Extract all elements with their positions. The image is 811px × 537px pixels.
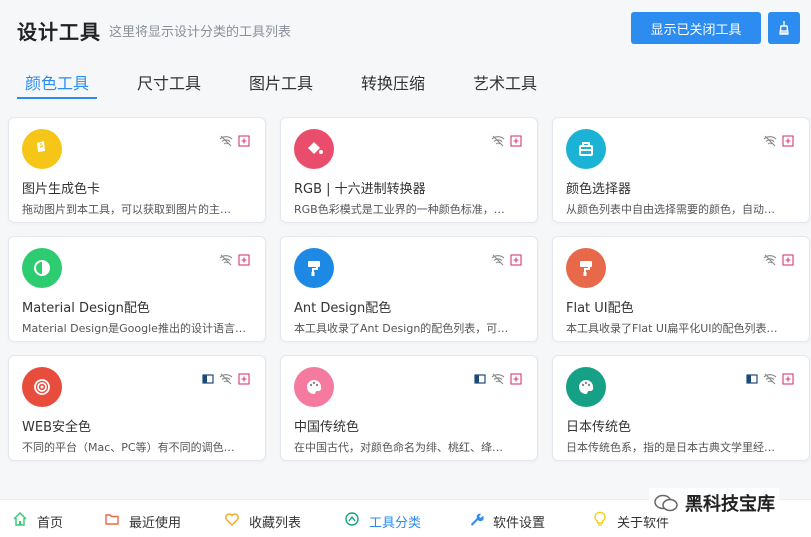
bulb-icon <box>592 511 608 531</box>
offline-wifi-icon[interactable] <box>491 372 505 386</box>
card-actions <box>745 372 795 386</box>
wrench-icon <box>468 511 484 531</box>
card-title: Ant Design配色 <box>294 301 392 316</box>
show-closed-tools-button[interactable]: 显示已关闭工具 <box>631 12 761 44</box>
card-actions <box>201 372 251 386</box>
palette-icon <box>294 367 334 407</box>
card-actions <box>473 372 523 386</box>
card-title: Flat UI配色 <box>566 301 634 316</box>
toolbox-icon <box>566 129 606 169</box>
card-actions <box>763 253 795 267</box>
offline-wifi-icon[interactable] <box>491 134 505 148</box>
tool-card[interactable]: 图片生成色卡拖动图片到本工具，可以获取到图片的主… <box>8 117 266 223</box>
card-title: WEB安全色 <box>22 420 91 435</box>
card-title: Material Design配色 <box>22 301 150 316</box>
offline-wifi-icon[interactable] <box>763 134 777 148</box>
card-description: Material Design是Google推出的设计语言… <box>22 322 246 335</box>
card-description: RGB色彩模式是工业界的一种颜色标准，… <box>294 203 505 216</box>
add-icon[interactable] <box>509 134 523 148</box>
add-icon[interactable] <box>509 253 523 267</box>
offline-wifi-icon[interactable] <box>219 253 233 267</box>
nav-item-4[interactable]: 软件设置 <box>468 511 545 531</box>
tab-size-tools[interactable]: 尺寸工具 <box>137 70 201 100</box>
add-icon[interactable] <box>237 134 251 148</box>
add-icon[interactable] <box>237 372 251 386</box>
card-description: 拖动图片到本工具，可以获取到图片的主… <box>22 203 231 216</box>
sidebar-window-icon[interactable] <box>201 372 215 386</box>
contrast-icon <box>22 248 62 288</box>
card-actions <box>491 253 523 267</box>
card-description: 在中国古代，对颜色命名为绯、桃红、绛… <box>294 441 503 454</box>
tab-art-tools[interactable]: 艺术工具 <box>473 70 537 100</box>
watermark-text: 黑科技宝库 <box>685 494 775 515</box>
paint-roller-icon <box>294 248 334 288</box>
active-tab-indicator <box>17 97 97 99</box>
watermark: 黑科技宝库 <box>649 488 779 518</box>
paint-bucket-icon <box>294 129 334 169</box>
wechat-icon <box>654 494 678 512</box>
offline-wifi-icon[interactable] <box>763 253 777 267</box>
palette-icon <box>566 367 606 407</box>
add-icon[interactable] <box>781 253 795 267</box>
card-title: RGB | 十六进制转换器 <box>294 182 426 197</box>
card-actions <box>763 134 795 148</box>
card-description: 从颜色列表中自由选择需要的颜色，自动… <box>566 203 775 216</box>
add-icon[interactable] <box>781 134 795 148</box>
tool-grid: 图片生成色卡 拖动图片到本工具，可以获取到图片的主… RGB | 十六进制转换器 RG… <box>0 100 811 500</box>
header: 设计工具 这里将显示设计分类的工具列表 显示已关闭工具 颜色工具 尺寸工具 图片… <box>0 0 811 100</box>
add-icon[interactable] <box>781 372 795 386</box>
tab-bar: 颜色工具 尺寸工具 图片工具 转换压缩 艺术工具 <box>0 62 811 100</box>
card-title: 中国传统色 <box>294 420 360 435</box>
card-description: 不同的平台（Mac、PC等）有不同的调色… <box>22 441 235 454</box>
nav-label: 收藏列表 <box>249 515 302 531</box>
heart-icon <box>224 511 240 531</box>
tool-card[interactable]: 日本传统色日本传统色系，指的是日本古典文学里经… <box>552 355 810 461</box>
offline-wifi-icon[interactable] <box>491 253 505 267</box>
offline-wifi-icon[interactable] <box>763 372 777 386</box>
card-actions <box>491 134 523 148</box>
tab-convert-compress[interactable]: 转换压缩 <box>361 70 425 100</box>
nav-label: 最近使用 <box>129 515 182 531</box>
card-title: 图片生成色卡 <box>22 182 101 197</box>
card-actions <box>219 253 251 267</box>
sidebar-window-icon[interactable] <box>473 372 487 386</box>
card-description: 本工具收录了Ant Design的配色列表，可… <box>294 322 509 335</box>
tool-card[interactable]: 中国传统色在中国古代，对颜色命名为绯、桃红、绛… <box>280 355 538 461</box>
nav-item-1[interactable]: 最近使用 <box>104 511 181 531</box>
add-icon[interactable] <box>509 372 523 386</box>
nav-label: 工具分类 <box>369 515 422 531</box>
folder-icon <box>104 511 120 531</box>
image-palette-icon <box>22 129 62 169</box>
tool-card[interactable]: 颜色选择器从颜色列表中自由选择需要的颜色，自动… <box>552 117 810 223</box>
tab-color-tools[interactable]: 颜色工具 <box>25 70 89 100</box>
page-subtitle: 这里将显示设计分类的工具列表 <box>109 25 292 40</box>
nav-item-2[interactable]: 收藏列表 <box>224 511 301 531</box>
offline-wifi-icon[interactable] <box>219 372 233 386</box>
nav-label: 首页 <box>37 515 64 531</box>
card-title: 日本传统色 <box>566 420 632 435</box>
nav-label: 软件设置 <box>493 515 546 531</box>
tool-card[interactable]: RGB | 十六进制转换器 RGB色彩模式是工业界的一种颜色标准，… <box>280 117 538 223</box>
nav-item-0[interactable]: 首页 <box>12 511 63 531</box>
tool-card[interactable]: Material Design配色 Material Design是Google推… <box>8 236 266 342</box>
tool-card[interactable]: Flat UI配色本工具收录了Flat UI扁平化UI的配色列表… <box>552 236 810 342</box>
paint-roller-icon <box>566 248 606 288</box>
compass-icon <box>344 511 360 531</box>
tab-image-tools[interactable]: 图片工具 <box>249 70 313 100</box>
card-title: 颜色选择器 <box>566 182 632 197</box>
add-icon[interactable] <box>237 253 251 267</box>
sidebar-window-icon[interactable] <box>745 372 759 386</box>
page-title: 设计工具 <box>17 20 101 44</box>
tool-card[interactable]: Ant Design配色本工具收录了Ant Design的配色列表，可… <box>280 236 538 342</box>
broom-button[interactable] <box>768 12 800 44</box>
tool-card[interactable]: WEB安全色不同的平台（Mac、PC等）有不同的调色… <box>8 355 266 461</box>
card-description: 日本传统色系，指的是日本古典文学里经… <box>566 441 775 454</box>
card-description: 本工具收录了Flat UI扁平化UI的配色列表… <box>566 322 778 335</box>
broom-icon <box>779 21 789 35</box>
home-icon <box>12 511 28 531</box>
nav-item-3[interactable]: 工具分类 <box>344 511 421 531</box>
card-actions <box>219 134 251 148</box>
target-icon <box>22 367 62 407</box>
offline-wifi-icon[interactable] <box>219 134 233 148</box>
